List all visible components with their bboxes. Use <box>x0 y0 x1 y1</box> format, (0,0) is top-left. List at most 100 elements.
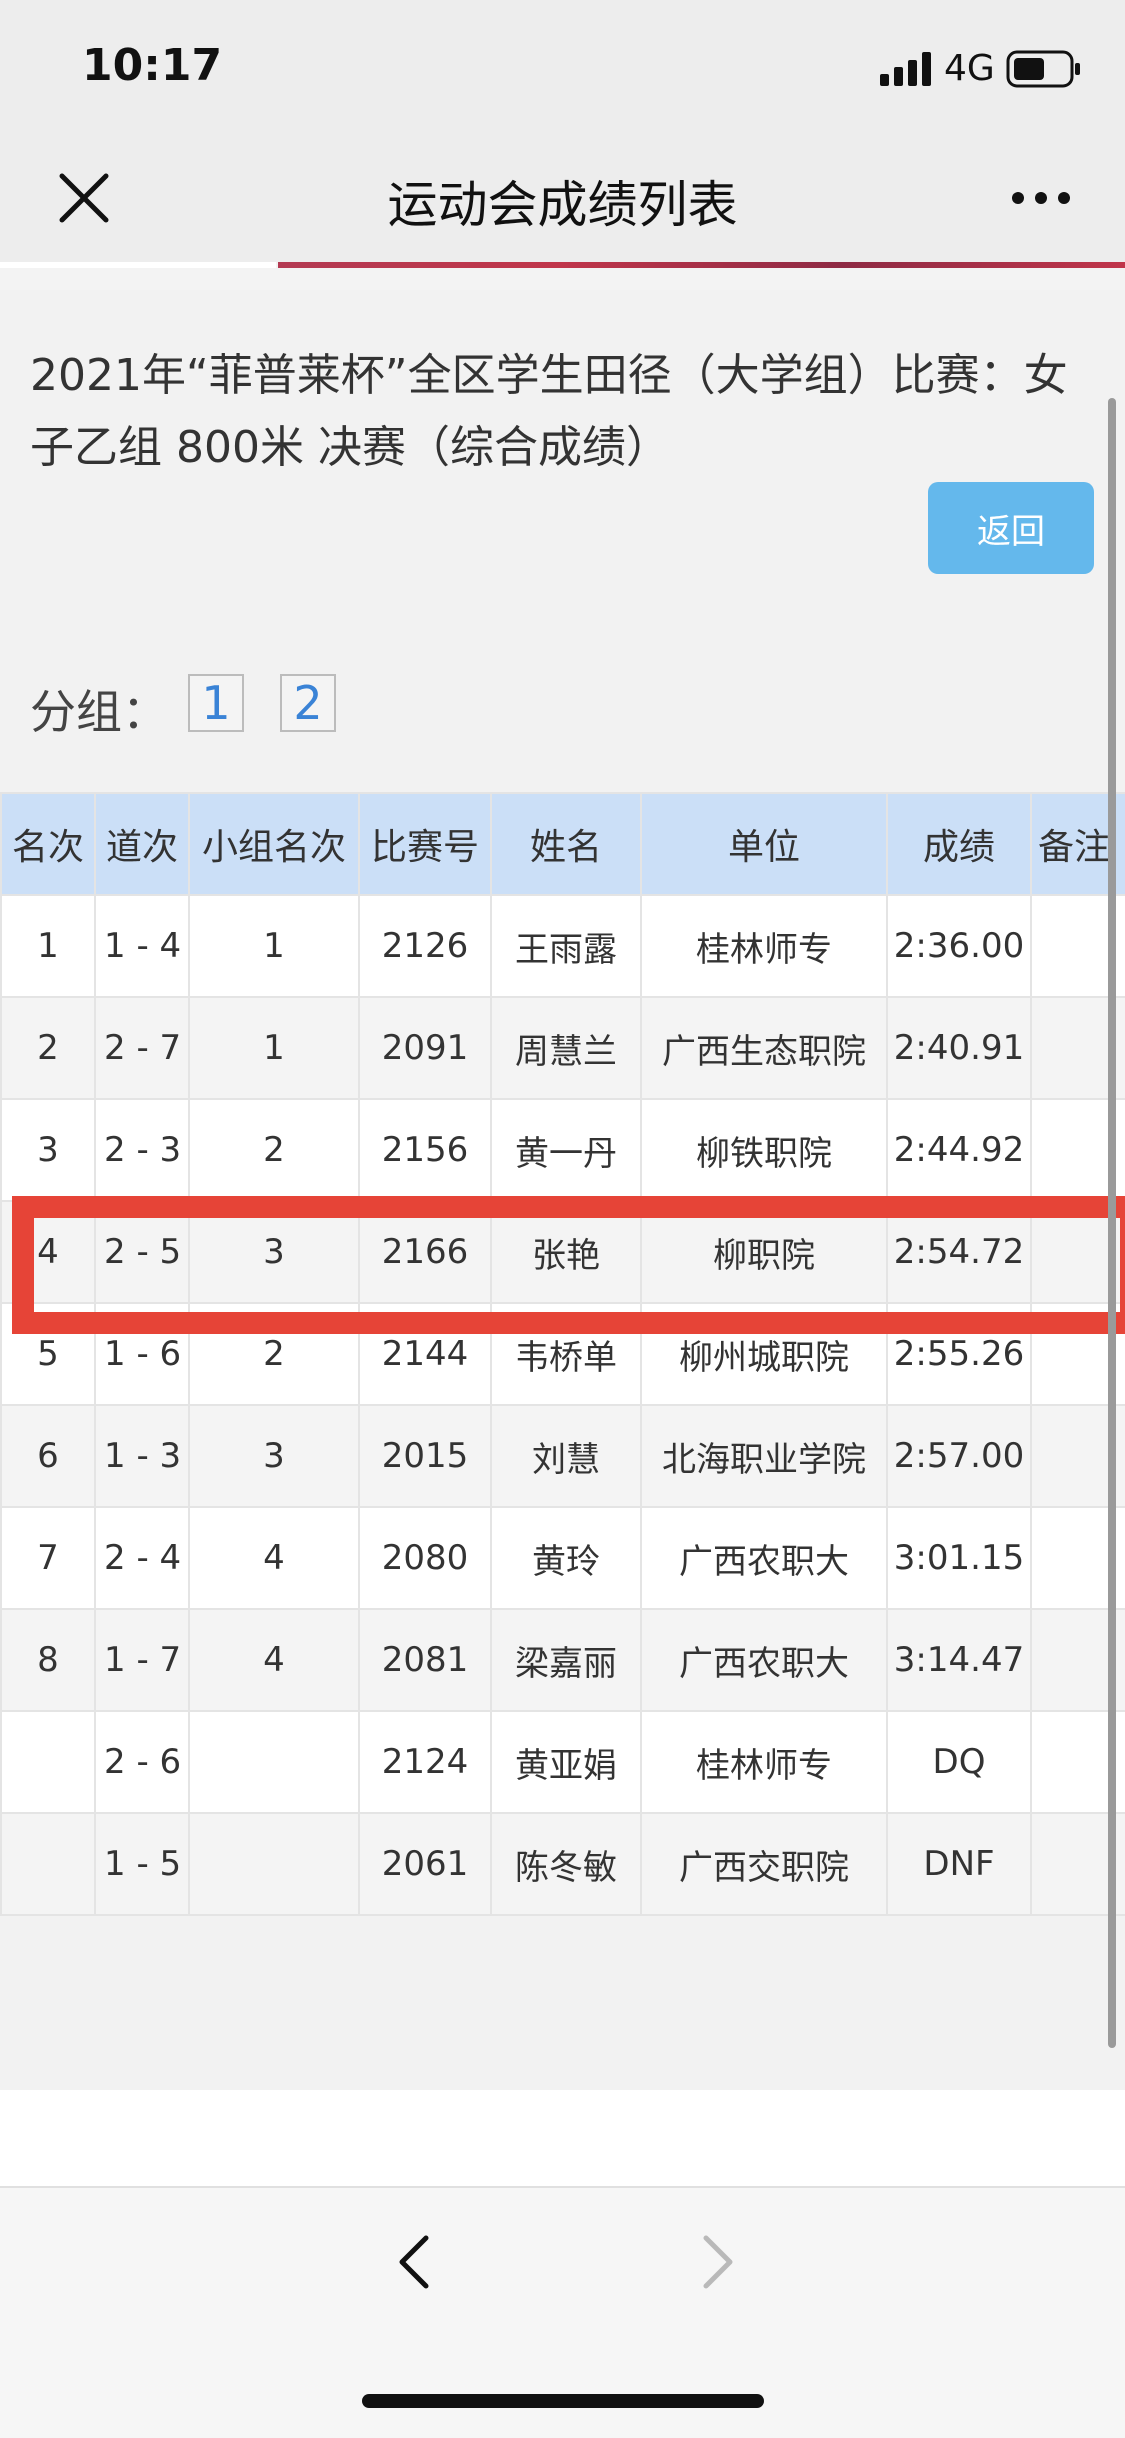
results-table-wrapper: 名次 道次 小组名次 比赛号 姓名 单位 成绩 备注 1 1 - 4 1 212… <box>0 792 1125 1940</box>
cell-rank: 4 <box>0 1200 96 1304</box>
cell-bib: 2081 <box>358 1608 492 1712</box>
cell-result: 2:54.72 <box>886 1200 1032 1304</box>
cell-name: 韦桥单 <box>490 1302 642 1406</box>
cell-group-rank: 2 <box>188 1098 360 1202</box>
cell-result: 2:57.00 <box>886 1404 1032 1508</box>
cell-lane: 1 - 6 <box>94 1302 190 1406</box>
cell-unit: 广西生态职院 <box>640 996 888 1100</box>
more-icon[interactable] <box>1010 178 1072 218</box>
cell-bib: 2166 <box>358 1200 492 1304</box>
cell-unit: 柳职院 <box>640 1200 888 1304</box>
cell-unit: 广西农职大 <box>640 1506 888 1610</box>
cell-bib: 2124 <box>358 1710 492 1814</box>
cell-name: 陈冬敏 <box>490 1812 642 1916</box>
page-title: 运动会成绩列表 <box>387 176 738 234</box>
header-group-rank: 小组名次 <box>188 792 360 896</box>
cell-unit: 桂林师专 <box>640 894 888 998</box>
cell-result: 2:44.92 <box>886 1098 1032 1202</box>
cellular-signal-icon <box>880 52 931 86</box>
cell-rank: 2 <box>0 996 96 1100</box>
cell-name: 黄亚娟 <box>490 1710 642 1814</box>
cell-lane: 2 - 3 <box>94 1098 190 1202</box>
bottom-spacer <box>0 2090 1125 2186</box>
cell-lane: 1 - 7 <box>94 1608 190 1712</box>
header-name: 姓名 <box>490 792 642 896</box>
cell-result: 2:55.26 <box>886 1302 1032 1406</box>
cell-result: 2:40.91 <box>886 996 1032 1100</box>
cell-name: 周慧兰 <box>490 996 642 1100</box>
cell-name: 黄一丹 <box>490 1098 642 1202</box>
cell-bib: 2091 <box>358 996 492 1100</box>
table-row: 1 1 - 4 1 2126 王雨露 桂林师专 2:36.00 <box>0 894 1125 998</box>
cell-rank: 3 <box>0 1098 96 1202</box>
banner-accent <box>278 262 1125 268</box>
cell-bib: 2061 <box>358 1812 492 1916</box>
cell-rank: 5 <box>0 1302 96 1406</box>
cell-result: DQ <box>886 1710 1032 1814</box>
cell-rank: 8 <box>0 1608 96 1712</box>
cell-lane: 2 - 7 <box>94 996 190 1100</box>
cell-unit: 广西农职大 <box>640 1608 888 1712</box>
cell-group-rank <box>188 1710 360 1814</box>
header-unit: 单位 <box>640 792 888 896</box>
table-row: 7 2 - 4 4 2080 黄玲 广西农职大 3:01.15 <box>0 1506 1125 1610</box>
cell-name: 刘慧 <box>490 1404 642 1508</box>
cell-result: DNF <box>886 1812 1032 1916</box>
cell-rank: 7 <box>0 1506 96 1610</box>
cell-bib: 2144 <box>358 1302 492 1406</box>
cell-lane: 1 - 4 <box>94 894 190 998</box>
cell-group-rank: 4 <box>188 1506 360 1610</box>
cell-unit: 桂林师专 <box>640 1710 888 1814</box>
cell-rank <box>0 1812 96 1916</box>
cell-lane: 1 - 5 <box>94 1812 190 1916</box>
group-link-1[interactable]: 1 <box>188 674 244 732</box>
table-row: 3 2 - 3 2 2156 黄一丹 柳铁职院 2:44.92 <box>0 1098 1125 1202</box>
table-row-highlighted: 4 2 - 5 3 2166 张艳 柳职院 2:54.72 <box>0 1200 1125 1304</box>
home-indicator <box>362 2394 764 2408</box>
group-link-2[interactable]: 2 <box>280 674 336 732</box>
cell-unit: 北海职业学院 <box>640 1404 888 1508</box>
results-table: 名次 道次 小组名次 比赛号 姓名 单位 成绩 备注 1 1 - 4 1 212… <box>0 792 1125 1916</box>
cell-unit: 广西交职院 <box>640 1812 888 1916</box>
table-row: 5 1 - 6 2 2144 韦桥单 柳州城职院 2:55.26 <box>0 1302 1125 1406</box>
cell-group-rank: 3 <box>188 1404 360 1508</box>
cell-name: 黄玲 <box>490 1506 642 1610</box>
cell-bib: 2080 <box>358 1506 492 1610</box>
table-row: 2 - 6 2124 黄亚娟 桂林师专 DQ <box>0 1710 1125 1814</box>
banner-strip-left <box>0 262 276 268</box>
table-header-row: 名次 道次 小组名次 比赛号 姓名 单位 成绩 备注 <box>0 792 1125 896</box>
cell-bib: 2156 <box>358 1098 492 1202</box>
cell-lane: 1 - 3 <box>94 1404 190 1508</box>
group-label: 分组： <box>30 685 168 739</box>
cell-result: 2:36.00 <box>886 894 1032 998</box>
cell-name: 梁嘉丽 <box>490 1608 642 1712</box>
header-rank: 名次 <box>0 792 96 896</box>
table-row: 6 1 - 3 3 2015 刘慧 北海职业学院 2:57.00 <box>0 1404 1125 1508</box>
chevron-right-icon[interactable] <box>686 2232 746 2292</box>
battery-icon <box>1006 50 1080 88</box>
cell-group-rank: 1 <box>188 996 360 1100</box>
header-lane: 道次 <box>94 792 190 896</box>
table-row: 2 2 - 7 1 2091 周慧兰 广西生态职院 2:40.91 <box>0 996 1125 1100</box>
cell-rank: 1 <box>0 894 96 998</box>
table-row: 8 1 - 7 4 2081 梁嘉丽 广西农职大 3:14.47 <box>0 1608 1125 1712</box>
header-bib: 比赛号 <box>358 792 492 896</box>
back-button[interactable]: 返回 <box>928 482 1094 574</box>
competition-heading: 2021年“菲普莱杯”全区学生田径（大学组）比赛：女子乙组 800米 决赛（综合… <box>30 350 1068 473</box>
cell-group-rank: 3 <box>188 1200 360 1304</box>
cell-lane: 2 - 4 <box>94 1506 190 1610</box>
cell-rank: 6 <box>0 1404 96 1508</box>
header-result: 成绩 <box>886 792 1032 896</box>
table-row: 1 - 5 2061 陈冬敏 广西交职院 DNF <box>0 1812 1125 1916</box>
cell-lane: 2 - 6 <box>94 1710 190 1814</box>
cell-bib: 2126 <box>358 894 492 998</box>
cell-name: 张艳 <box>490 1200 642 1304</box>
scrollbar[interactable] <box>1108 398 1116 2048</box>
status-time: 10:17 <box>82 40 223 91</box>
cell-name: 王雨露 <box>490 894 642 998</box>
chevron-left-icon[interactable] <box>386 2232 446 2292</box>
cell-bib: 2015 <box>358 1404 492 1508</box>
cell-group-rank: 2 <box>188 1302 360 1406</box>
cell-group-rank: 4 <box>188 1608 360 1712</box>
cell-group-rank: 1 <box>188 894 360 998</box>
